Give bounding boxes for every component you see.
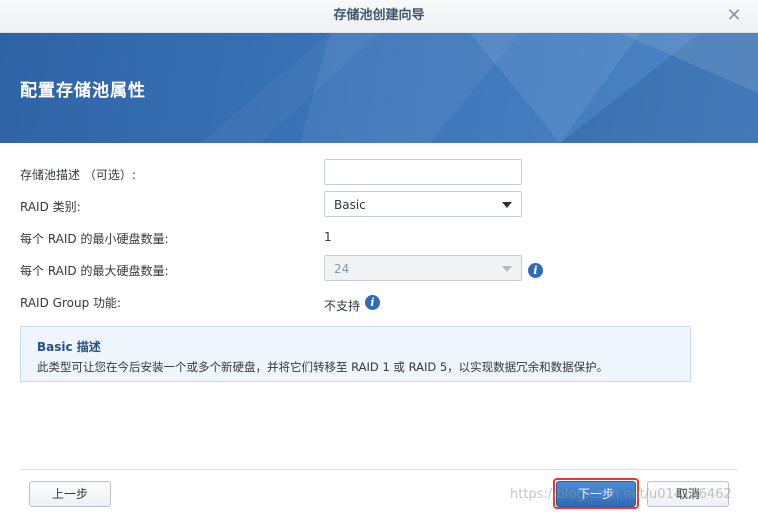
description-label: 存储池描述 （可选）: bbox=[20, 168, 136, 182]
min-disks-value: 1 bbox=[324, 230, 332, 244]
raid-type-select[interactable]: Basic bbox=[324, 191, 522, 217]
page-title: 配置存储池属性 bbox=[20, 81, 146, 101]
raid-type-value: Basic bbox=[334, 198, 366, 212]
close-icon[interactable]: ✕ bbox=[724, 6, 744, 26]
min-disks-label: 每个 RAID 的最小硬盘数量: bbox=[20, 232, 169, 246]
description-input[interactable] bbox=[324, 159, 522, 185]
back-button[interactable]: 上一步 bbox=[29, 481, 111, 507]
raid-group-label: RAID Group 功能: bbox=[20, 296, 122, 310]
max-disks-select: 24 bbox=[324, 255, 522, 281]
chevron-down-icon bbox=[502, 202, 512, 208]
raid-type-label: RAID 类别: bbox=[20, 200, 81, 214]
wizard-banner: 配置存储池属性 bbox=[0, 33, 758, 143]
max-disks-label: 每个 RAID 的最大硬盘数量: bbox=[20, 264, 169, 278]
info-icon[interactable]: i bbox=[528, 263, 543, 278]
max-disks-value: 24 bbox=[334, 262, 350, 276]
window-title: 存储池创建向导 bbox=[333, 8, 425, 23]
info-icon[interactable]: i bbox=[365, 295, 380, 310]
window-titlebar: 存储池创建向导 ✕ bbox=[0, 0, 758, 33]
watermark: https://blog.csdn.net/u014156462 bbox=[510, 487, 732, 502]
raid-description-title: Basic 描述 bbox=[37, 340, 101, 354]
chevron-down-icon bbox=[502, 266, 512, 272]
footer-divider bbox=[20, 469, 738, 470]
raid-description-box: Basic 描述 此类型可让您在今后安装一个或多个新硬盘，并将它们转移至 RAI… bbox=[20, 326, 691, 382]
raid-group-value: 不支持 bbox=[324, 299, 361, 313]
raid-description-text: 此类型可让您在今后安装一个或多个新硬盘，并将它们转移至 RAID 1 或 RAI… bbox=[37, 360, 609, 374]
